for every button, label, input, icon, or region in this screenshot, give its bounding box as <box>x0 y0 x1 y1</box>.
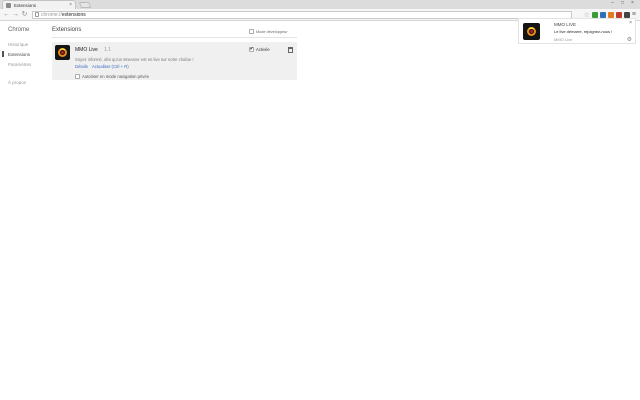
tab-title: Extensions <box>14 2 37 8</box>
back-arrow-icon[interactable]: ← <box>2 10 11 19</box>
incognito-label: Autoriser en mode navigation privée <box>82 74 150 79</box>
window-controls: – □ × <box>608 0 637 7</box>
extension-icon-green[interactable] <box>591 11 598 18</box>
notification-title: MMO LIVE <box>554 22 577 27</box>
maximize-button[interactable]: □ <box>618 0 627 7</box>
browser-window: Extensions × – □ × ← → ↻ chrome:// exten… <box>0 0 640 400</box>
sidebar-selected-marker <box>2 51 4 57</box>
extension-description: Soyez informé, dès qu'un streamer est en… <box>75 57 194 62</box>
extension-card: MMO Live 1.1 Soyez informé, dès qu'un st… <box>52 42 297 80</box>
developer-mode-label: Mode développeur <box>256 29 288 34</box>
developer-mode-checkbox[interactable] <box>249 29 254 34</box>
close-window-button[interactable]: × <box>628 0 637 7</box>
details-link[interactable]: Détails <box>75 64 88 69</box>
tab-extensions[interactable]: Extensions × <box>2 0 76 9</box>
page-title: Extensions <box>52 27 82 33</box>
notification-source: MMO Live <box>554 37 573 42</box>
developer-mode-toggle[interactable]: Mode développeur <box>249 29 287 34</box>
reload-extension-link[interactable]: Actualiser (Ctrl + R) <box>92 64 129 69</box>
sidebar-item-extensions[interactable]: Extensions <box>8 52 30 57</box>
extension-icon-orange[interactable] <box>607 11 614 18</box>
extension-icon-blue[interactable] <box>599 11 606 18</box>
incognito-toggle[interactable]: Autoriser en mode navigation privée <box>75 74 149 79</box>
incognito-checkbox[interactable] <box>75 74 80 79</box>
reload-icon[interactable]: ↻ <box>20 10 29 19</box>
title-divider <box>52 37 297 38</box>
enabled-label: Activée <box>256 47 270 52</box>
extension-icon-red[interactable] <box>615 11 622 18</box>
minimize-button[interactable]: – <box>608 0 617 7</box>
tab-close-icon[interactable]: × <box>69 2 72 8</box>
extension-icon-dark[interactable] <box>623 11 630 18</box>
sidebar-item-history[interactable]: Historique <box>8 42 28 47</box>
sidebar-brand: Chrome <box>8 27 30 33</box>
new-tab-button[interactable] <box>78 2 92 8</box>
forward-arrow-icon[interactable]: → <box>11 10 20 19</box>
notification-popup[interactable]: MMO LIVE Le live démarre, rejoignez-nous… <box>518 18 636 44</box>
puzzle-icon <box>6 2 11 8</box>
page-icon <box>35 12 39 17</box>
notification-close-icon[interactable]: × <box>629 20 632 26</box>
url-scheme: chrome:// <box>41 11 62 18</box>
menu-icon[interactable]: ≡ <box>632 11 636 18</box>
tab-strip: Extensions × – □ × <box>0 0 640 9</box>
notification-logo-icon <box>523 23 540 40</box>
mmo-live-logo-icon <box>55 45 70 60</box>
sidebar-item-settings[interactable]: Paramètres <box>8 62 31 67</box>
address-bar[interactable]: chrome:// extensions <box>32 10 572 19</box>
extension-name: MMO Live <box>75 47 98 53</box>
notification-settings-icon[interactable]: ⚙ <box>627 36 632 43</box>
url-path: extensions <box>61 11 86 18</box>
notification-message: Le live démarre, rejoignez-nous ! <box>554 29 613 34</box>
extension-version: 1.1 <box>104 47 111 53</box>
trash-icon[interactable] <box>288 47 293 53</box>
sidebar-item-about[interactable]: À propos <box>8 80 26 85</box>
enabled-toggle[interactable]: ✔ Activée <box>249 47 270 52</box>
enabled-checkbox[interactable]: ✔ <box>249 47 254 52</box>
